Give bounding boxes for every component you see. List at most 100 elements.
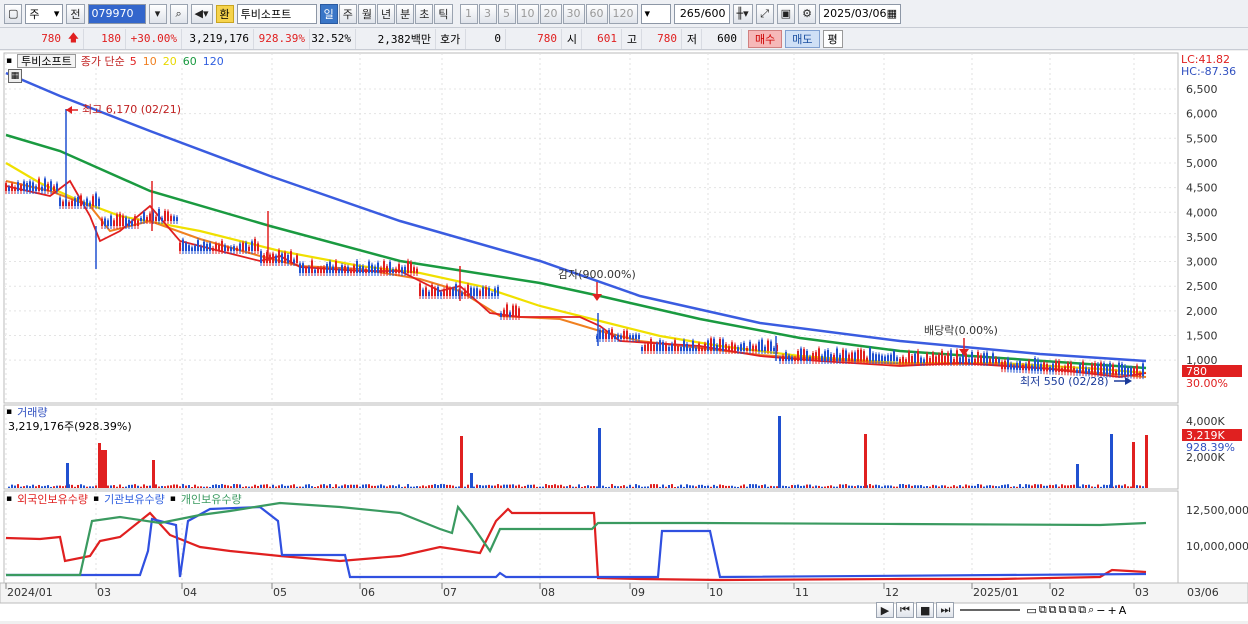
table-icon[interactable]: ▦ — [8, 69, 22, 83]
blank-select[interactable]: ▾ — [640, 3, 671, 24]
stock-code-input[interactable]: 079970 — [87, 3, 146, 24]
interval-number-1[interactable]: 3 — [478, 3, 497, 24]
volume-bar — [44, 485, 46, 488]
volume-bar — [1106, 485, 1108, 488]
candle-body — [977, 351, 979, 363]
layout-icon[interactable]: ⧉ — [1068, 603, 1076, 617]
volume-bar — [392, 485, 394, 488]
interval-number-4[interactable]: 20 — [539, 3, 562, 24]
candle-body — [71, 200, 73, 206]
sell-button[interactable]: 매도 — [785, 29, 820, 48]
volume-bar — [737, 486, 739, 488]
volume-bar — [1004, 484, 1006, 488]
prev-button[interactable]: 전 — [66, 3, 85, 24]
price-tick: 1,500 — [1186, 330, 1218, 343]
candle-body — [512, 305, 514, 317]
period-select[interactable]: 주 ▾ — [25, 3, 64, 24]
interval-tab-1[interactable]: 주 — [338, 3, 357, 24]
buy-button[interactable]: 매수 — [748, 29, 783, 48]
draw-tool-icon[interactable]: ⤢ — [755, 3, 774, 24]
interval-number-5[interactable]: 30 — [562, 3, 585, 24]
candle-body — [212, 247, 214, 251]
window-icon[interactable]: ▭ — [1026, 604, 1036, 617]
volume-bar — [968, 485, 970, 488]
interval-tab-3[interactable]: 년 — [377, 3, 396, 24]
font-icon[interactable]: A — [1119, 604, 1127, 617]
interval-tab-6[interactable]: 틱 — [434, 3, 453, 24]
date-field[interactable]: 2025/03/06 ▦ — [819, 3, 902, 24]
magnify-icon[interactable]: ⌕ — [1088, 603, 1094, 617]
plus-icon[interactable]: + — [1108, 604, 1117, 617]
interval-tab-4[interactable]: 분 — [396, 3, 415, 24]
stop-icon[interactable]: ■ — [916, 602, 935, 618]
search-icon[interactable]: ⌕ — [169, 3, 188, 24]
interval-tab-2[interactable]: 월 — [357, 3, 377, 24]
candle-type-icon[interactable]: ╫▾ — [732, 3, 753, 24]
gear-icon[interactable]: ⚙ — [798, 3, 817, 24]
volume-bar — [338, 486, 340, 488]
candle-body — [947, 352, 949, 363]
stock-tab[interactable]: 투비소프트 — [17, 54, 76, 68]
volume-bar — [764, 484, 766, 488]
interval-number-6[interactable]: 60 — [585, 3, 608, 24]
volume-bar — [428, 485, 430, 488]
high-label: 최고 6,170 (02/21) — [82, 103, 181, 116]
layout-icon[interactable]: ⧉ — [1059, 603, 1067, 617]
interval-number-0[interactable]: 1 — [459, 3, 478, 24]
candle-body — [287, 254, 289, 263]
code-dropdown-icon[interactable]: ▾ — [148, 3, 167, 24]
volume-bar — [254, 484, 256, 488]
volume-bar — [1022, 486, 1024, 488]
candle-body — [698, 343, 700, 351]
volume-bar — [266, 484, 268, 488]
volume-spike — [104, 450, 107, 488]
candle-body — [800, 348, 802, 361]
play-icon[interactable]: ▶ — [876, 602, 894, 618]
volume-bar — [776, 486, 778, 488]
layout-icon[interactable]: ⧉ — [1078, 603, 1086, 617]
eval-button[interactable]: 평 — [822, 29, 843, 48]
candle-body — [17, 182, 19, 191]
candle-body — [608, 330, 610, 339]
interval-tab-5[interactable]: 초 — [415, 3, 434, 24]
candle-body — [299, 263, 301, 273]
interval-tab-0[interactable]: 일 — [319, 3, 338, 24]
candle-body — [1103, 363, 1105, 375]
volume-bar — [491, 485, 493, 488]
layout-icon[interactable]: ⧉ — [1039, 603, 1047, 617]
speaker-icon[interactable]: ◀▾ — [190, 3, 213, 24]
volume-bar — [1103, 484, 1105, 488]
chart-area[interactable]: 2024/01 03 04 05 06 07 08 09 10 11 12 2025/01 02 03 03… — [0, 51, 1248, 621]
legend-title: 종가 단순 — [80, 55, 125, 68]
count-field[interactable]: 265/600 — [673, 3, 730, 24]
x-label: 09 — [631, 586, 645, 599]
price-tick: 2,000 — [1186, 305, 1218, 318]
volume-bar — [500, 485, 502, 488]
volume-bar — [89, 486, 91, 488]
layout-icon[interactable]: ⧉ — [1049, 603, 1057, 617]
volume-bar — [617, 486, 619, 488]
rewind-icon[interactable]: ⏮ — [896, 602, 914, 618]
save-icon[interactable]: ▣ — [776, 3, 796, 24]
volume-bar — [194, 484, 196, 488]
volume-bar — [719, 484, 721, 488]
zoom-slider[interactable] — [960, 609, 1021, 611]
volume-bar — [290, 485, 292, 488]
volume-bar — [320, 484, 322, 488]
volume: 3,219,176 — [182, 28, 254, 49]
chart-canvas[interactable]: 2024/01 03 04 05 06 07 08 09 10 11 12 2025/01 02 03 03… — [0, 51, 1248, 621]
minus-icon[interactable]: − — [1096, 604, 1105, 617]
volume-bar — [707, 485, 709, 488]
interval-number-3[interactable]: 10 — [516, 3, 539, 24]
forward-icon[interactable]: ⏭ — [936, 602, 955, 618]
currency-badge[interactable]: 환 — [215, 4, 234, 23]
candle-body — [92, 196, 94, 206]
dividend-label: 배당락(0.00%) — [924, 324, 998, 337]
interval-number-7[interactable]: 120 — [608, 3, 638, 24]
volume-bar — [305, 484, 307, 488]
interval-number-2[interactable]: 5 — [497, 3, 516, 24]
volume-bar — [959, 485, 961, 488]
chart-menu-icon[interactable]: ▢ — [4, 3, 23, 24]
volume-bar — [1040, 484, 1042, 488]
volume-bar — [611, 484, 613, 488]
